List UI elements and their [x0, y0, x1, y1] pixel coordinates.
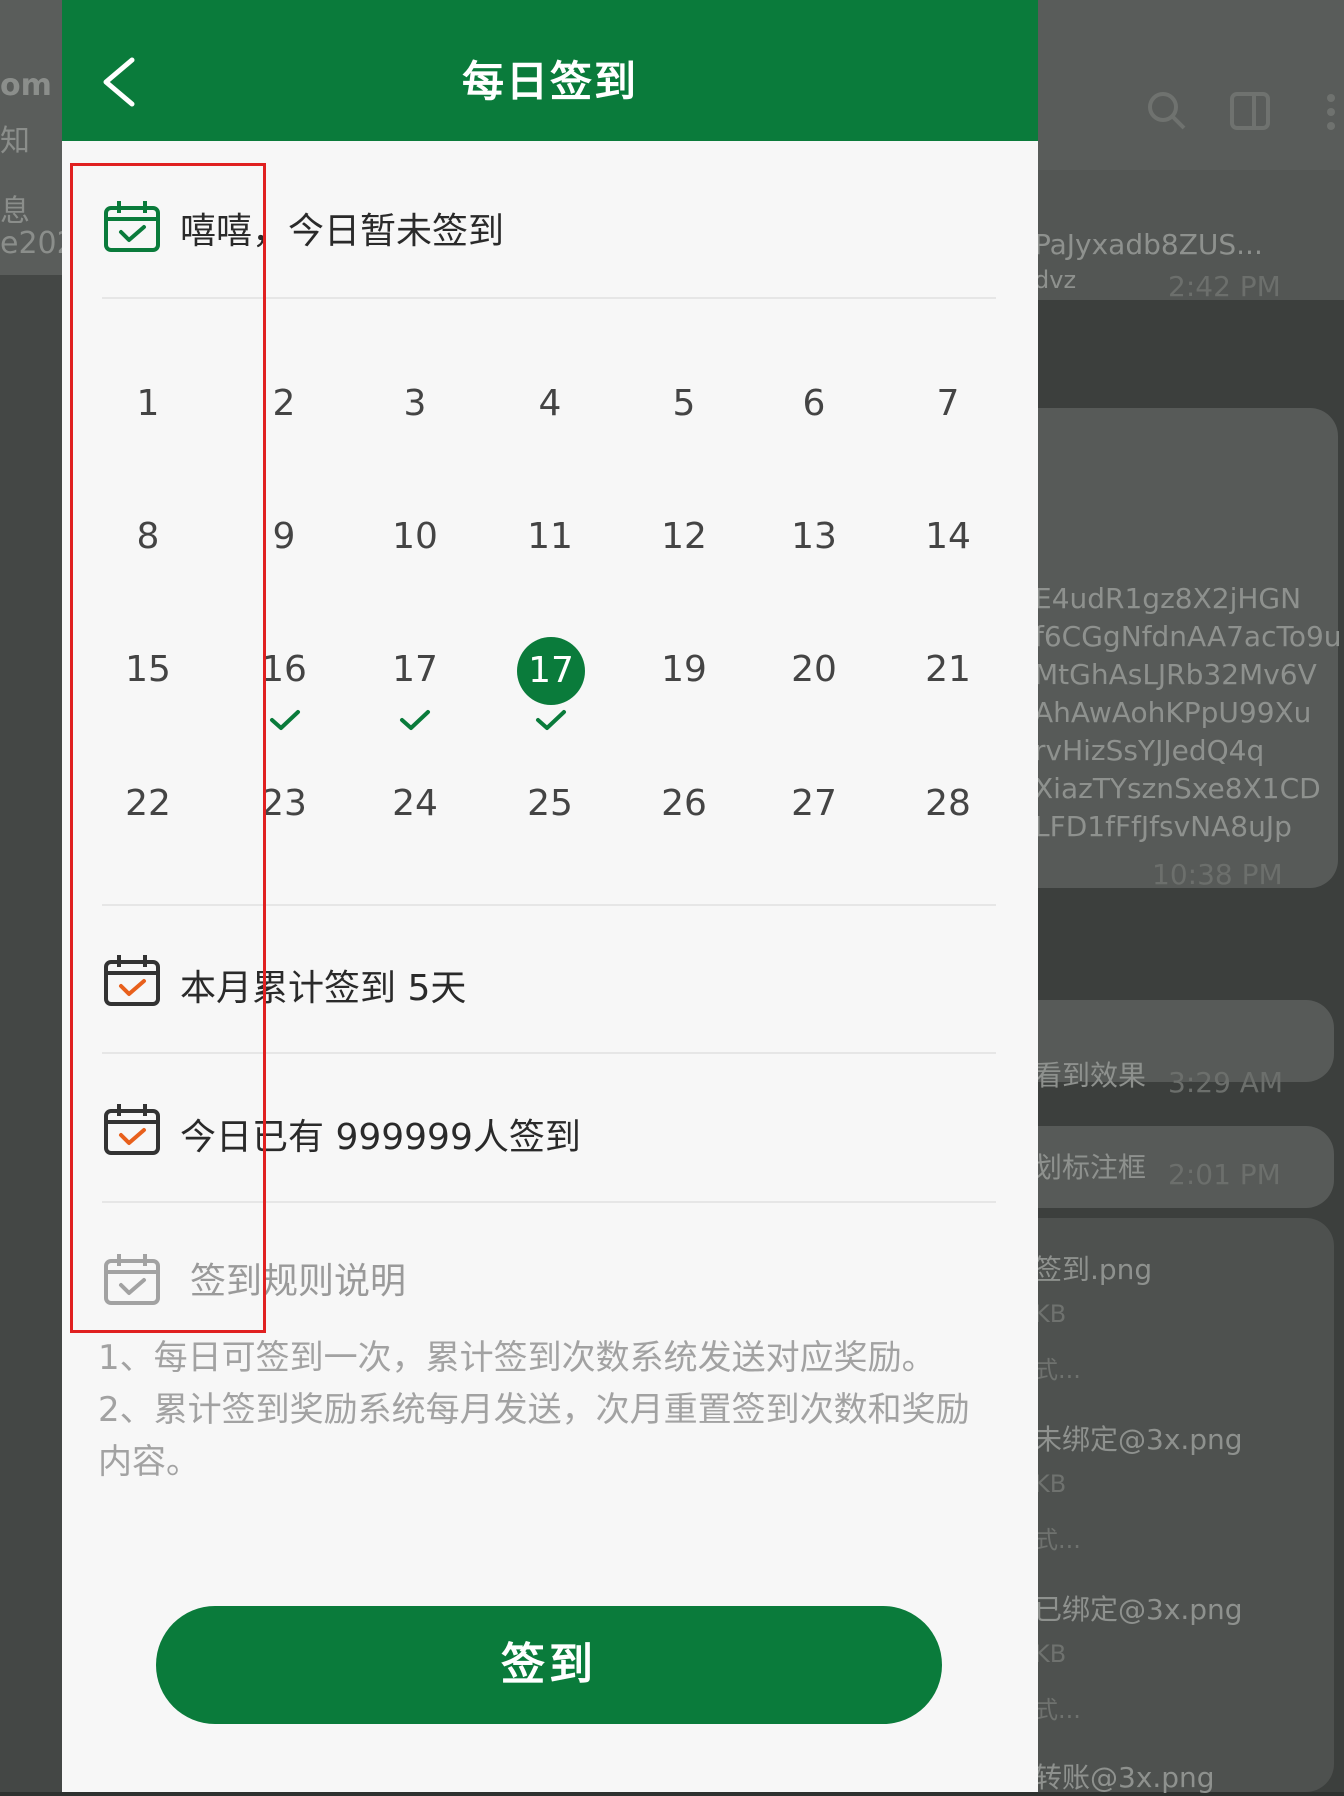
checkmark-icon	[536, 710, 566, 730]
background-pinned-message: PaJyxadb8ZUS... dvz 2:42 PM	[1034, 170, 1344, 303]
calendar-day-checked[interactable]: 17	[355, 635, 475, 705]
bg-code-line: MtGhAsLJRb32Mv6V	[1034, 658, 1317, 691]
calendar-day[interactable]: 24	[355, 769, 475, 839]
bg-file-format: 式...	[1034, 1696, 1081, 1724]
calendar-day-today[interactable]: 17	[517, 637, 585, 705]
bg-file-name: 已绑定@3x.png	[1034, 1593, 1243, 1626]
title-bar: 每日签到	[62, 0, 1038, 141]
bg-code-line: E4udR1gz8X2jHGN	[1034, 582, 1302, 615]
background-right-header	[1038, 0, 1344, 170]
bg-code-line: rvHizSsYJJedQ4q	[1034, 734, 1265, 767]
bg-file-format: 式...	[1034, 1526, 1081, 1554]
bg-code-line: AhAwAohKPpU99Xu	[1034, 696, 1312, 729]
calendar-day[interactable]: 19	[624, 635, 744, 705]
more-icon	[1327, 94, 1335, 130]
calendar-day[interactable]: 6	[754, 369, 874, 439]
calendar-day[interactable]: 27	[754, 769, 874, 839]
calendar-day[interactable]: 28	[888, 769, 1008, 839]
annotation-box	[70, 163, 266, 1333]
bg-code-time: 10:38 PM	[1152, 858, 1283, 891]
bg-pinned-time: 2:42 PM	[1168, 270, 1281, 303]
bg-pinned-text: PaJyxadb8ZUS...	[1034, 228, 1263, 261]
bg-msg-1-time: 3:29 AM	[1168, 1066, 1284, 1099]
bg-left-sub2: 息	[0, 194, 30, 229]
calendar-day[interactable]: 25	[490, 769, 610, 839]
rules-line-2: 2、累计签到奖励系统每月发送，次月重置签到次数和奖励内容。	[98, 1390, 970, 1482]
bg-code-line: LFD1fFfJfsvNA8uJp	[1034, 810, 1292, 843]
rules-line-1: 1、每日可签到一次，累计签到次数系统发送对应奖励。	[98, 1338, 936, 1378]
sidebar-toggle-icon	[1230, 92, 1270, 130]
signin-button[interactable]: 签到	[156, 1606, 942, 1724]
bg-file-format: 式...	[1034, 1356, 1081, 1384]
calendar-day[interactable]: 12	[624, 502, 744, 572]
calendar-day[interactable]: 5	[624, 369, 744, 439]
search-icon	[1148, 92, 1186, 130]
checkmark-icon	[400, 710, 430, 730]
bg-code-line: XiazTYsznSxe8X1CD	[1034, 772, 1321, 805]
bg-code-line: f6CGgNfdnAA7acTo9u	[1034, 620, 1342, 653]
calendar-day[interactable]: 21	[888, 635, 1008, 705]
bg-file-size: KB	[1034, 1300, 1067, 1328]
bg-msg-2: 划标注框	[1034, 1151, 1147, 1184]
bg-file-size: KB	[1034, 1470, 1067, 1498]
bg-pinned-sub: dvz	[1034, 266, 1077, 294]
checkmark-icon	[270, 710, 300, 730]
bg-msg-2-time: 2:01 PM	[1168, 1158, 1281, 1191]
bg-left-title: om	[0, 68, 52, 103]
calendar-day[interactable]: 4	[490, 369, 610, 439]
background-left-header: om 知 息 e202	[0, 0, 76, 275]
calendar-day[interactable]: 14	[888, 502, 1008, 572]
bg-file-name: 签到.png	[1034, 1253, 1153, 1286]
calendar-day[interactable]: 10	[355, 502, 475, 572]
bg-file-name: 未绑定@3x.png	[1034, 1423, 1243, 1456]
calendar-day[interactable]: 13	[754, 502, 874, 572]
calendar-day[interactable]: 26	[624, 769, 744, 839]
calendar-day[interactable]: 3	[355, 369, 475, 439]
bg-left-sub1: 知	[0, 124, 30, 159]
calendar-day[interactable]: 7	[888, 369, 1008, 439]
bg-file-bubble	[1038, 1218, 1334, 1792]
bg-file-size: KB	[1034, 1640, 1067, 1668]
rules-text: 1、每日可签到一次，累计签到次数系统发送对应奖励。 2、累计签到奖励系统每月发送…	[98, 1332, 998, 1488]
calendar-day[interactable]: 11	[490, 502, 610, 572]
bg-file-name: 转账@3x.png	[1034, 1761, 1215, 1794]
page-title: 每日签到	[461, 57, 638, 106]
bg-msg-1: 看到效果	[1034, 1059, 1147, 1092]
calendar-day[interactable]: 20	[754, 635, 874, 705]
